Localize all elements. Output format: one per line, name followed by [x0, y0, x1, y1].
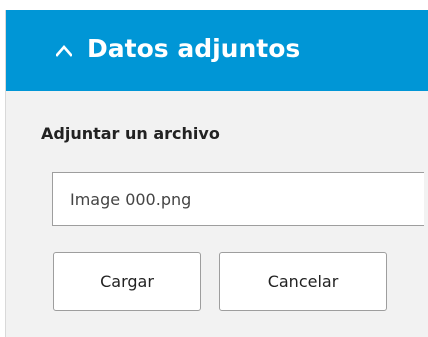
file-name-input[interactable]	[52, 172, 424, 226]
attachments-header[interactable]: Datos adjuntos	[6, 10, 428, 91]
section-title: Datos adjuntos	[87, 34, 301, 63]
attach-file-label: Adjuntar un archivo	[41, 124, 220, 143]
cancel-button[interactable]: Cancelar	[219, 252, 387, 311]
chevron-up-icon[interactable]	[56, 43, 72, 59]
upload-button[interactable]: Cargar	[53, 252, 201, 311]
